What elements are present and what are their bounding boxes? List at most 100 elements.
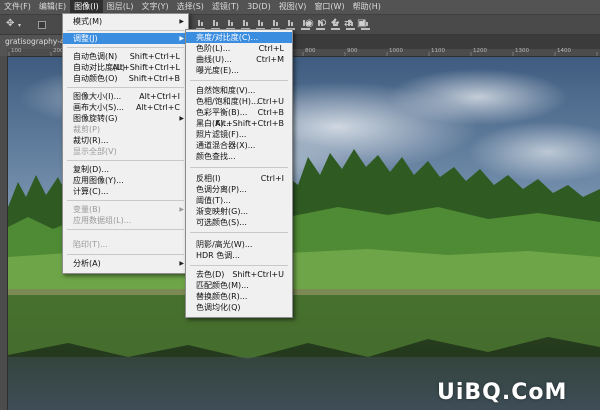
menu-item-label: 陷印(T)...: [73, 240, 108, 249]
menu-separator: [67, 229, 184, 230]
menu-item-adjustments[interactable]: 调整(J) ▶: [63, 33, 188, 44]
menu-item-black-white[interactable]: 黑白(K)... Alt+Shift+Ctrl+B: [186, 118, 292, 129]
submenu-arrow-icon: ▶: [179, 18, 184, 25]
menu-separator: [67, 160, 184, 161]
menu-item-shortcut: Shift+Ctrl+U: [232, 270, 284, 279]
menu-item-color-lookup[interactable]: 颜色查找...: [186, 151, 292, 162]
menu-item-selective-color[interactable]: 可选颜色(S)...: [186, 217, 292, 228]
menu-item-label: 裁切(R)...: [73, 136, 109, 145]
menu-item-shadows-highlights[interactable]: 阴影/高光(W)...: [186, 239, 292, 250]
menu-item-replace-color[interactable]: 替换颜色(R)...: [186, 291, 292, 302]
ruler-label: 1000: [389, 48, 403, 54]
menu-item-label: 自动颜色(O): [73, 74, 118, 83]
menu-item-shortcut: Shift+Ctrl+B: [128, 74, 180, 83]
menu-item-auto-color[interactable]: 自动颜色(O) Shift+Ctrl+B: [63, 73, 188, 84]
menu-item-shortcut: Alt+Ctrl+C: [135, 103, 180, 112]
menu-item-label: 计算(C)...: [73, 187, 109, 196]
3d-rotate-icon[interactable]: ⟲: [318, 18, 326, 30]
menu-item-label: 曲线(U)...: [196, 55, 232, 64]
menu-separator: [190, 80, 288, 81]
menu-item-posterize[interactable]: 色调分离(P)...: [186, 184, 292, 195]
menu-file[interactable]: 文件(F): [0, 0, 35, 14]
menu-item-apply-data-set: 应用数据组(L)...: [63, 215, 188, 226]
menu-layer[interactable]: 图层(L): [103, 0, 138, 14]
ruler-label: 800: [305, 48, 316, 54]
menu-help[interactable]: 帮助(H): [349, 0, 385, 14]
ruler-label: 1300: [515, 48, 529, 54]
menu-item-equalize[interactable]: 色调均化(Q): [186, 302, 292, 313]
menu-item-duplicate[interactable]: 复制(D)...: [63, 164, 188, 175]
menu-item-label: 应用数据组(L)...: [73, 216, 132, 225]
menu-item-curves[interactable]: 曲线(U)... Ctrl+M: [186, 54, 292, 65]
menu-item-threshold[interactable]: 阈值(T)...: [186, 195, 292, 206]
menu-item-image-rotation[interactable]: 图像旋转(G) ▶: [63, 113, 188, 124]
menu-item-apply-image[interactable]: 应用图像(Y)...: [63, 175, 188, 186]
menu-view[interactable]: 视图(V): [275, 0, 311, 14]
menu-item-color-balance[interactable]: 色彩平衡(B)... Ctrl+B: [186, 107, 292, 118]
menu-item-label: 图像旋转(G): [73, 114, 118, 123]
menu-item-label: 应用图像(Y)...: [73, 176, 124, 185]
menu-item-desaturate[interactable]: 去色(D) Shift+Ctrl+U: [186, 269, 292, 280]
menu-item-channel-mixer[interactable]: 通道混合器(X)...: [186, 140, 292, 151]
menu-item-label: 显示全部(V): [73, 147, 117, 156]
menu-item-hue-saturation[interactable]: 色相/饱和度(H)... Ctrl+U: [186, 96, 292, 107]
ruler-label: 900: [347, 48, 358, 54]
menu-item-shortcut: Alt+Shift+Ctrl+B: [215, 119, 284, 128]
3d-mode-icon[interactable]: ◉: [305, 18, 314, 30]
menu-item-invert[interactable]: 反相(I) Ctrl+I: [186, 173, 292, 184]
menu-filter[interactable]: 滤镜(T): [208, 0, 243, 14]
menu-item-auto-tone[interactable]: 自动色调(N) Shift+Ctrl+L: [63, 51, 188, 62]
watermark-logo: UiBQ.CoM: [437, 380, 568, 405]
menu-separator: [190, 167, 288, 168]
menu-select[interactable]: 选择(S): [173, 0, 208, 14]
menu-item-canvas-size[interactable]: 画布大小(S)... Alt+Ctrl+C: [63, 102, 188, 113]
ruler-label: 1100: [431, 48, 445, 54]
3d-scale-icon[interactable]: ▣: [357, 18, 366, 30]
ruler-label: 1400: [557, 48, 571, 54]
menu-item-label: 通道混合器(X)...: [196, 141, 256, 150]
menu-item-match-color[interactable]: 匹配颜色(M)...: [186, 280, 292, 291]
menu-item-brightness-contrast[interactable]: 亮度/对比度(C)...: [186, 32, 292, 43]
menu-item-label: 阴影/高光(W)...: [196, 240, 253, 249]
menu-item-trim[interactable]: 裁切(R)...: [63, 135, 188, 146]
menu-edit[interactable]: 编辑(E): [35, 0, 70, 14]
menu-3d[interactable]: 3D(D): [243, 0, 275, 14]
submenu-arrow-icon: ▶: [179, 206, 184, 213]
3d-slide-icon[interactable]: ⇄: [344, 18, 352, 30]
menu-item-crop: 裁剪(P): [63, 124, 188, 135]
menu-item-label: 替换颜色(R)...: [196, 292, 248, 301]
3d-pan-icon[interactable]: ✣: [331, 18, 339, 30]
menu-separator: [190, 265, 288, 266]
menu-item-exposure[interactable]: 曝光度(E)...: [186, 65, 292, 76]
menu-item-hdr-toning[interactable]: HDR 色调...: [186, 250, 292, 261]
move-tool-icon[interactable]: ✥: [6, 18, 14, 30]
menu-window[interactable]: 窗口(W): [310, 0, 348, 14]
menu-item-auto-contrast[interactable]: 自动对比度(U) Alt+Shift+Ctrl+L: [63, 62, 188, 73]
menu-item-vibrance[interactable]: 自然饱和度(V)...: [186, 85, 292, 96]
menu-image[interactable]: 图像(I): [70, 0, 103, 14]
menu-separator: [67, 254, 184, 255]
menu-item-label: 阈值(T)...: [196, 196, 231, 205]
menu-item-image-size[interactable]: 图像大小(I)... Alt+Ctrl+I: [63, 91, 188, 102]
menu-item-reveal-all: 显示全部(V): [63, 146, 188, 157]
menu-separator: [67, 47, 184, 48]
ruler-label: 1200: [473, 48, 487, 54]
menu-item-photo-filter[interactable]: 照片滤镜(F)...: [186, 129, 292, 140]
menu-item-label: 自然饱和度(V)...: [196, 86, 256, 95]
menu-type[interactable]: 文字(Y): [137, 0, 172, 14]
menu-item-label: 模式(M): [73, 17, 103, 26]
menu-item-label: 色阶(L)...: [196, 44, 231, 53]
menu-item-gradient-map[interactable]: 渐变映射(G)...: [186, 206, 292, 217]
menu-item-levels[interactable]: 色阶(L)... Ctrl+L: [186, 43, 292, 54]
menu-item-analysis[interactable]: 分析(A) ▶: [63, 258, 188, 269]
document-tab[interactable]: gratisography-44: [0, 35, 65, 49]
menu-item-calculations[interactable]: 计算(C)...: [63, 186, 188, 197]
menu-item-label: HDR 色调...: [196, 251, 240, 260]
auto-select-checkbox[interactable]: [38, 21, 46, 29]
menu-item-label: 画布大小(S)...: [73, 103, 124, 112]
tool-preset-chevron-icon[interactable]: ▾: [18, 20, 21, 32]
menu-item-variables: 变量(B) ▶: [63, 204, 188, 215]
menu-item-mode[interactable]: 模式(M) ▶: [63, 16, 188, 27]
menu-item-label: 色调分离(P)...: [196, 185, 247, 194]
menu-separator: [190, 232, 288, 233]
